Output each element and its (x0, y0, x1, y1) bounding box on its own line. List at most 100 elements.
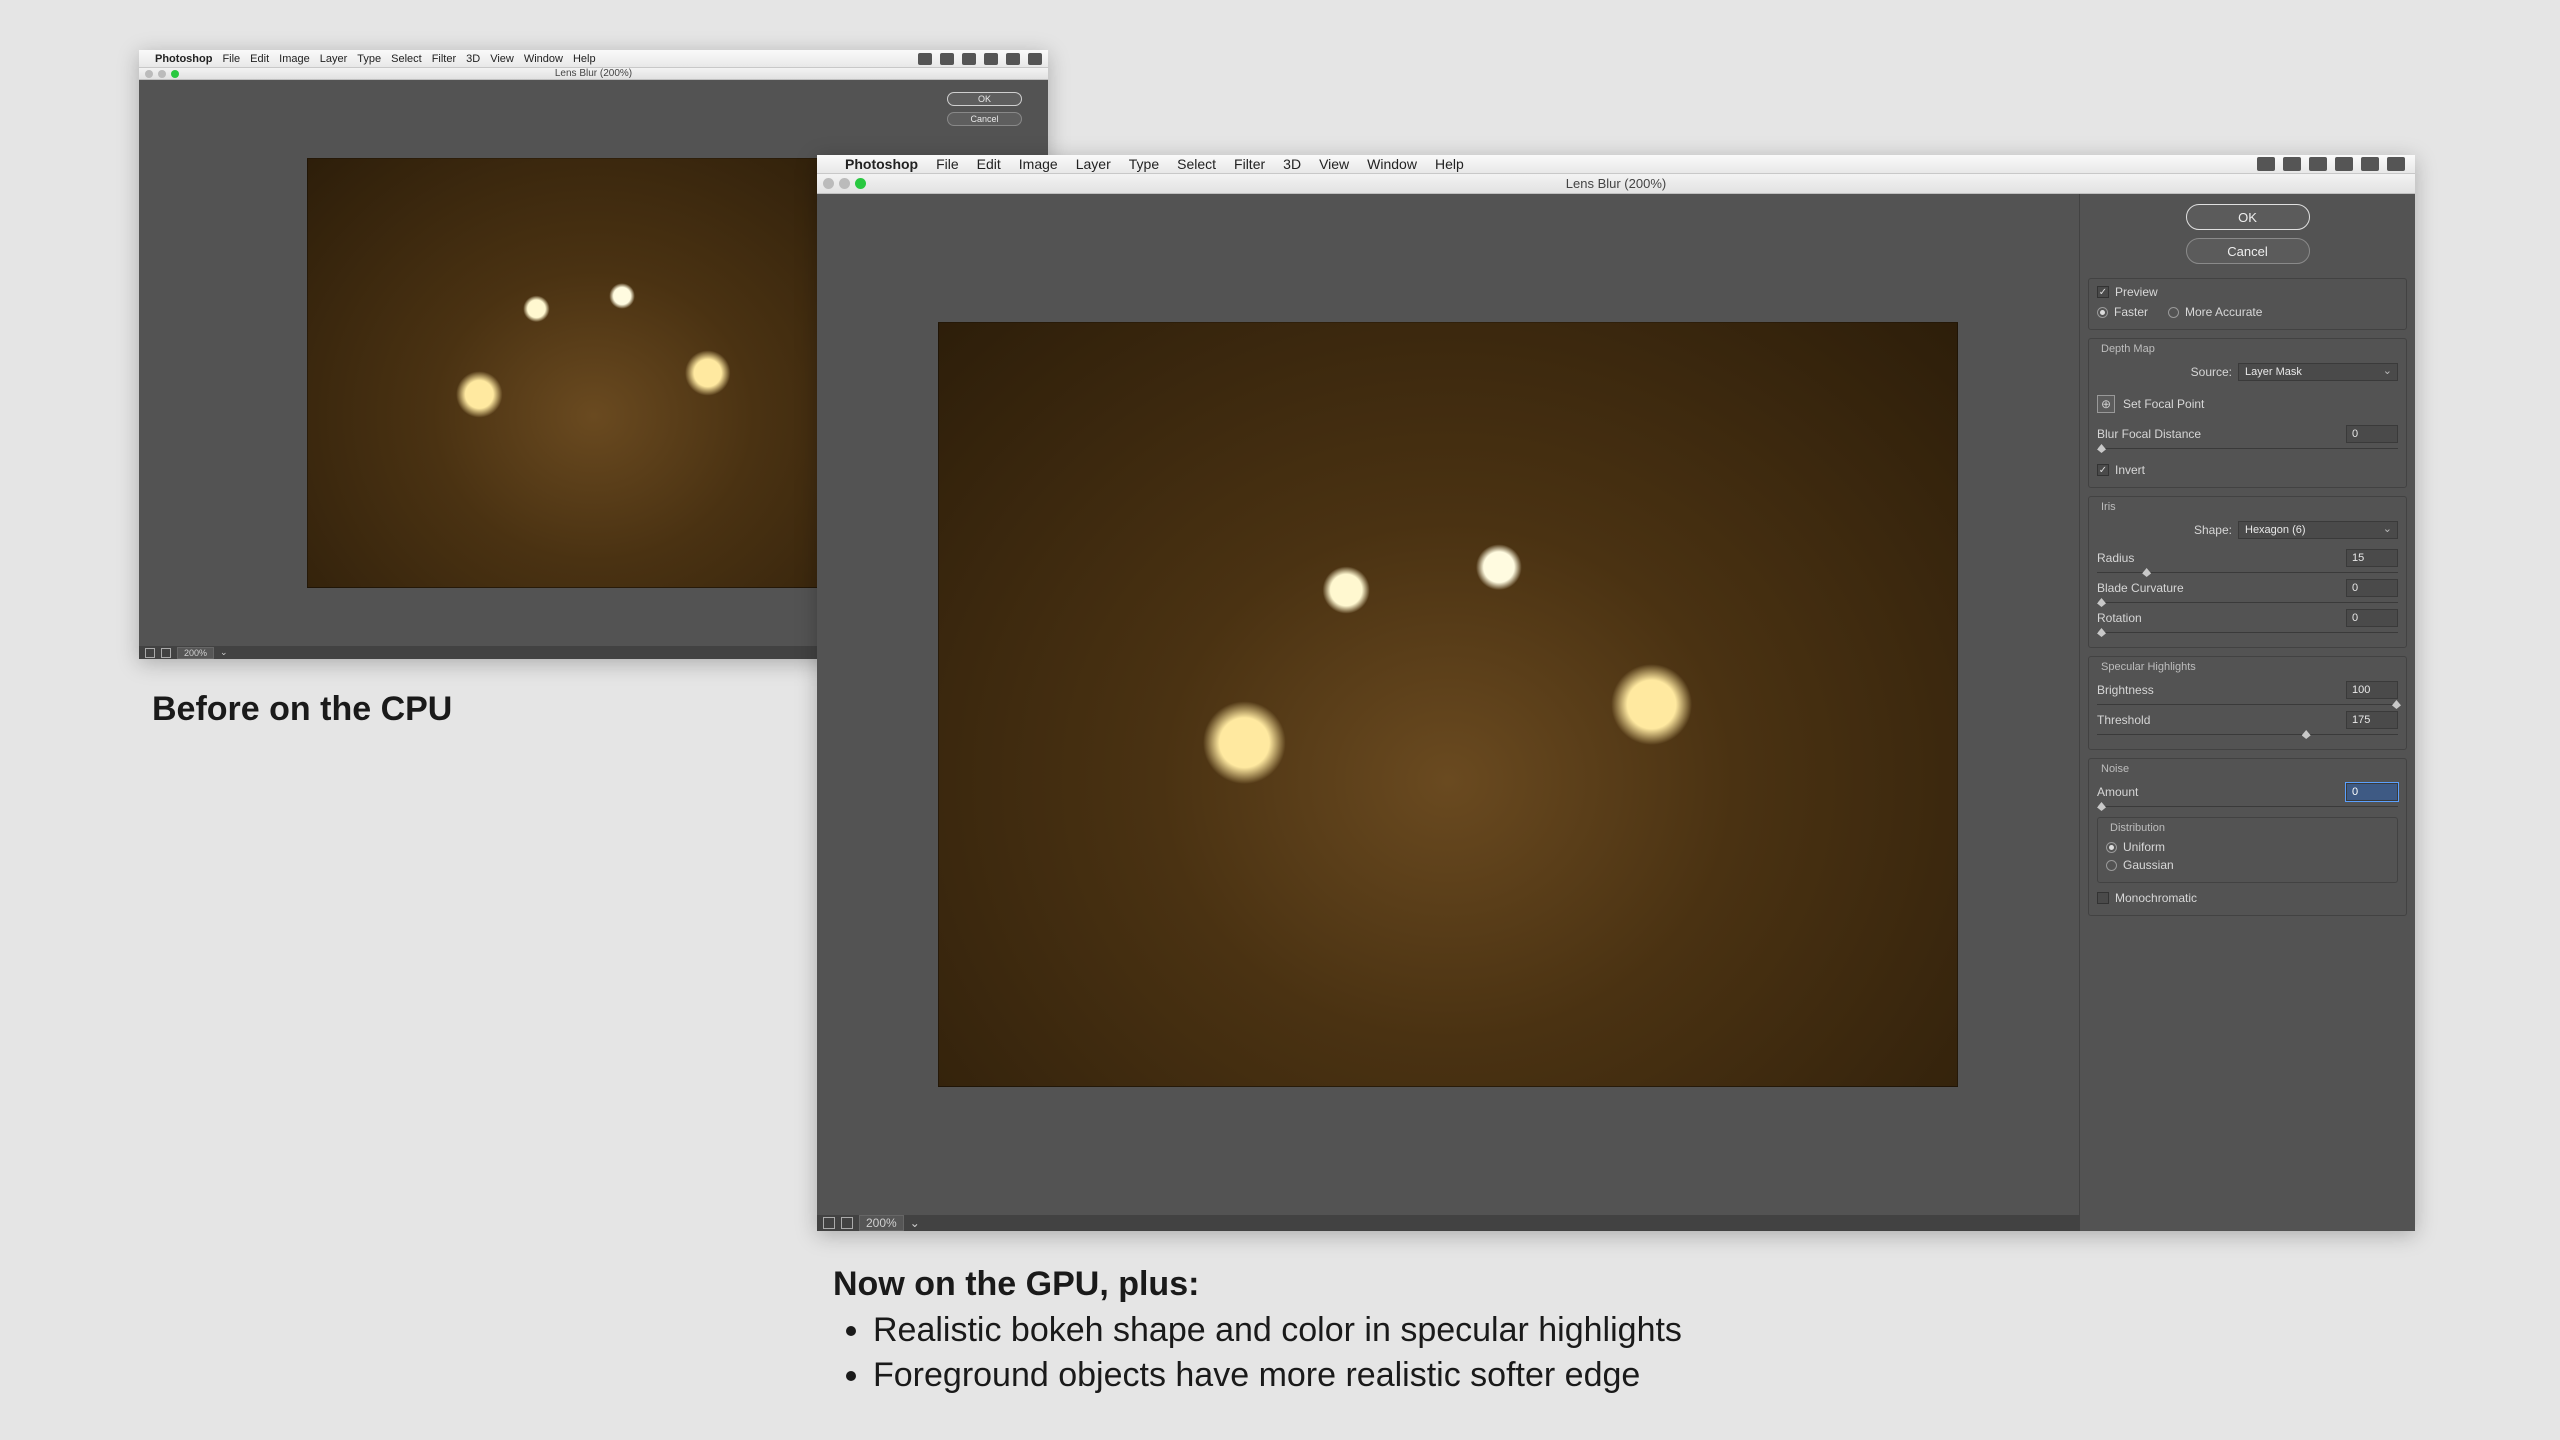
threshold-input[interactable]: 175 (2346, 711, 2398, 729)
blur-focal-distance-input[interactable]: 0 (2346, 425, 2398, 443)
app-name: Photoshop (155, 53, 212, 65)
menu-view[interactable]: View (1319, 156, 1349, 172)
blade-label: Blade Curvature (2097, 581, 2184, 595)
menu-image[interactable]: Image (279, 53, 310, 65)
brightness-slider[interactable] (2097, 699, 2398, 709)
gaussian-label: Gaussian (2123, 858, 2174, 872)
threshold-slider[interactable] (2097, 729, 2398, 739)
caption-bullet-1: Realistic bokeh shape and color in specu… (873, 1308, 1682, 1354)
invert-row[interactable]: Invert (2097, 463, 2398, 477)
blur-focal-distance-slider[interactable] (2097, 443, 2398, 453)
gaussian-row[interactable]: Gaussian (2106, 858, 2389, 872)
preview-checkbox-row[interactable]: Preview (2097, 285, 2398, 299)
menu-layer[interactable]: Layer (1076, 156, 1111, 172)
amount-input[interactable]: 0 (2346, 783, 2398, 801)
caption-before: Before on the CPU (152, 690, 452, 729)
blade-input[interactable]: 0 (2346, 579, 2398, 597)
faster-label: Faster (2114, 305, 2148, 319)
traffic-lights[interactable] (823, 178, 866, 189)
app-name: Photoshop (845, 156, 918, 172)
menu-edit[interactable]: Edit (977, 156, 1001, 172)
menu-image[interactable]: Image (1019, 156, 1058, 172)
zoom-combo[interactable]: 200% (859, 1215, 904, 1231)
source-select[interactable]: Layer Mask (2238, 363, 2398, 381)
blade-slider[interactable] (2097, 597, 2398, 607)
status-icons (918, 53, 1042, 65)
preview-image-large (938, 322, 1958, 1087)
cancel-button-small[interactable]: Cancel (947, 112, 1022, 126)
preview-checkbox[interactable] (2097, 286, 2109, 298)
invert-label: Invert (2115, 463, 2145, 477)
faster-radio[interactable] (2097, 307, 2108, 318)
radius-input[interactable]: 15 (2346, 549, 2398, 567)
menu-3d[interactable]: 3D (466, 53, 480, 65)
preview-label: Preview (2115, 285, 2158, 299)
lens-blur-panel: OK Cancel Preview Faster More Accurate (2079, 194, 2415, 1231)
shape-select[interactable]: Hexagon (6) (2238, 521, 2398, 539)
menubar-large: Photoshop File Edit Image Layer Type Sel… (817, 155, 2415, 174)
depth-map-title: Depth Map (2101, 343, 2398, 355)
footer-large: 200% ⌄ (817, 1215, 2079, 1231)
menu-help[interactable]: Help (573, 53, 596, 65)
menu-view[interactable]: View (490, 53, 514, 65)
specular-title: Specular Highlights (2101, 661, 2398, 673)
menu-filter[interactable]: Filter (432, 53, 456, 65)
zoom-dropdown-icon[interactable]: ⌄ (220, 647, 228, 658)
mono-label: Monochromatic (2115, 891, 2197, 905)
cancel-button[interactable]: Cancel (2186, 238, 2310, 264)
uniform-row[interactable]: Uniform (2106, 840, 2389, 854)
uniform-radio[interactable] (2106, 842, 2117, 853)
accurate-radio-row[interactable]: More Accurate (2168, 305, 2262, 319)
ok-button-small[interactable]: OK (947, 92, 1022, 106)
brightness-label: Brightness (2097, 683, 2154, 697)
menu-window[interactable]: Window (524, 53, 563, 65)
rotation-label: Rotation (2097, 611, 2142, 625)
accurate-label: More Accurate (2185, 305, 2262, 319)
titlebar-small: Lens Blur (200%) (139, 68, 1048, 80)
ok-button[interactable]: OK (2186, 204, 2310, 230)
amount-slider[interactable] (2097, 801, 2398, 811)
mono-checkbox[interactable] (2097, 892, 2109, 904)
set-focal-point-label: Set Focal Point (2123, 397, 2204, 411)
zoom-dropdown-icon[interactable]: ⌄ (910, 1216, 920, 1230)
doc-icon-2[interactable] (841, 1217, 853, 1229)
menu-file[interactable]: File (222, 53, 240, 65)
menu-window[interactable]: Window (1367, 156, 1417, 172)
zoom-combo[interactable]: 200% (177, 647, 214, 659)
set-focal-point[interactable]: ⊕ Set Focal Point (2097, 395, 2204, 413)
gaussian-radio[interactable] (2106, 860, 2117, 871)
menu-filter[interactable]: Filter (1234, 156, 1265, 172)
doc-icon-2[interactable] (161, 648, 171, 658)
menu-3d[interactable]: 3D (1283, 156, 1301, 172)
uniform-label: Uniform (2123, 840, 2165, 854)
doc-icon[interactable] (145, 648, 155, 658)
menu-select[interactable]: Select (1177, 156, 1216, 172)
noise-group: Noise Amount 0 Distribution Uniform Gaus… (2088, 758, 2407, 916)
rotation-slider[interactable] (2097, 627, 2398, 637)
menu-edit[interactable]: Edit (250, 53, 269, 65)
menubar-small: Photoshop File Edit Image Layer Type Sel… (139, 50, 1048, 68)
menu-layer[interactable]: Layer (320, 53, 348, 65)
invert-checkbox[interactable] (2097, 464, 2109, 476)
accurate-radio[interactable] (2168, 307, 2179, 318)
menu-help[interactable]: Help (1435, 156, 1464, 172)
menu-file[interactable]: File (936, 156, 959, 172)
noise-title: Noise (2101, 763, 2398, 775)
menu-type[interactable]: Type (357, 53, 381, 65)
window-title: Lens Blur (200%) (1566, 176, 1666, 191)
menu-select[interactable]: Select (391, 53, 422, 65)
amount-label: Amount (2097, 785, 2138, 799)
threshold-label: Threshold (2097, 713, 2150, 727)
radius-slider[interactable] (2097, 567, 2398, 577)
source-label: Source: (2191, 365, 2232, 379)
mono-row[interactable]: Monochromatic (2097, 891, 2398, 905)
rotation-input[interactable]: 0 (2346, 609, 2398, 627)
doc-icon[interactable] (823, 1217, 835, 1229)
caption-after: Now on the GPU, plus: Realistic bokeh sh… (833, 1262, 1682, 1399)
brightness-input[interactable]: 100 (2346, 681, 2398, 699)
radius-label: Radius (2097, 551, 2134, 565)
traffic-lights[interactable] (145, 70, 179, 78)
status-icons (2257, 157, 2405, 171)
faster-radio-row[interactable]: Faster (2097, 305, 2148, 319)
menu-type[interactable]: Type (1129, 156, 1159, 172)
